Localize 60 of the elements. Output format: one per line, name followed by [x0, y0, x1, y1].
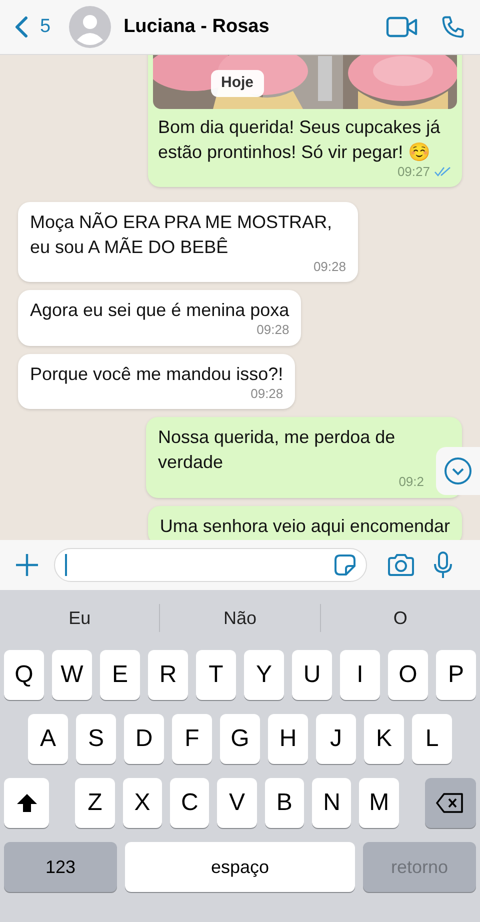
contact-name[interactable]: Luciana - Rosas — [124, 12, 270, 42]
shift-icon — [16, 793, 38, 813]
back-icon[interactable] — [14, 16, 28, 38]
key[interactable]: O — [388, 650, 428, 700]
message-time: 09:28 — [256, 321, 290, 339]
unread-count[interactable]: 5 — [40, 12, 51, 42]
plus-icon[interactable] — [14, 552, 40, 578]
space-bar[interactable]: espaço — [125, 842, 355, 892]
key[interactable]: H — [268, 714, 308, 764]
key[interactable]: D — [124, 714, 164, 764]
key[interactable]: A — [28, 714, 68, 764]
key[interactable]: T — [196, 650, 236, 700]
key[interactable]: B — [264, 778, 304, 828]
key[interactable]: L — [412, 714, 452, 764]
scroll-down-button[interactable] — [436, 447, 480, 495]
key[interactable]: Y — [244, 650, 284, 700]
key[interactable]: N — [312, 778, 352, 828]
key[interactable]: S — [76, 714, 116, 764]
message-text: Nossa querida, me perdoa de verdade — [158, 426, 396, 474]
key[interactable]: C — [170, 778, 210, 828]
message-time: 09:27 — [397, 163, 430, 181]
key[interactable]: I — [340, 650, 380, 700]
chevron-down-icon — [444, 457, 472, 485]
message-input-field[interactable] — [54, 548, 367, 582]
message-text: Agora eu sei que é menina poxa — [30, 299, 290, 322]
key[interactable]: Q — [4, 650, 44, 700]
delete-key[interactable] — [424, 778, 476, 828]
key[interactable]: X — [122, 778, 162, 828]
word-suggestion[interactable]: Eu — [0, 604, 160, 632]
microphone-icon[interactable] — [433, 551, 453, 579]
key[interactable]: R — [148, 650, 188, 700]
key[interactable]: V — [217, 778, 257, 828]
word-suggestion[interactable]: O — [320, 604, 480, 632]
numbers-key[interactable]: 123 — [4, 842, 117, 892]
key[interactable]: G — [220, 714, 260, 764]
key[interactable]: U — [292, 650, 332, 700]
text-cursor — [65, 554, 67, 576]
key[interactable]: J — [316, 714, 356, 764]
message-text: Uma senhora veio aqui encomendar — [160, 514, 450, 538]
date-chip: Hoje — [211, 70, 264, 96]
message-time: 09:28 — [250, 384, 284, 402]
backspace-icon — [436, 793, 464, 813]
message-text: Bom dia querida! Seus cupcakes já estão prontinhos! Só vir pegar! ☺ — [158, 116, 442, 164]
phone-icon[interactable] — [440, 14, 466, 40]
shift-key[interactable] — [4, 778, 50, 828]
camera-icon[interactable] — [387, 553, 415, 577]
key[interactable]: Z — [75, 778, 115, 828]
key[interactable]: E — [100, 650, 140, 700]
sticker-icon[interactable] — [334, 554, 356, 576]
message-text: Porque você me mandou isso?! — [30, 362, 284, 386]
video-call-icon[interactable] — [386, 16, 418, 38]
message-text: Moça NÃO ERA PRA ME MOSTRAR, eu sou A MÃE DO BEBÊ — [30, 210, 334, 258]
message-time: 09:2 — [398, 473, 424, 491]
message-time: 09:28 — [313, 258, 346, 276]
key[interactable]: M — [359, 778, 399, 828]
key[interactable]: K — [364, 714, 404, 764]
word-suggestion[interactable]: Não — [160, 604, 320, 632]
key[interactable]: F — [172, 714, 212, 764]
key[interactable]: W — [52, 650, 92, 700]
key[interactable]: P — [436, 650, 476, 700]
